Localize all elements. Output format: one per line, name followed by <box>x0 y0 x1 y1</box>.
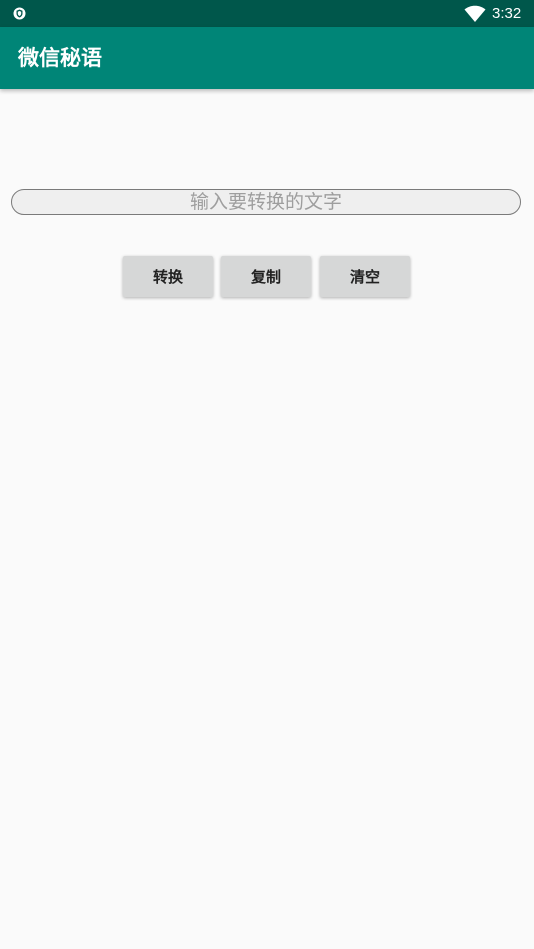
copy-button[interactable]: 复制 <box>221 256 311 297</box>
text-input[interactable] <box>11 189 521 215</box>
wifi-icon <box>464 5 486 22</box>
convert-button[interactable]: 转换 <box>123 256 213 297</box>
status-bar: 3:32 <box>0 0 534 27</box>
page-title: 微信秘语 <box>18 46 102 70</box>
clear-button[interactable]: 清空 <box>320 256 410 297</box>
status-time: 3:32 <box>492 5 522 22</box>
shield-icon <box>13 7 26 20</box>
app-bar: 微信秘语 <box>0 27 534 89</box>
